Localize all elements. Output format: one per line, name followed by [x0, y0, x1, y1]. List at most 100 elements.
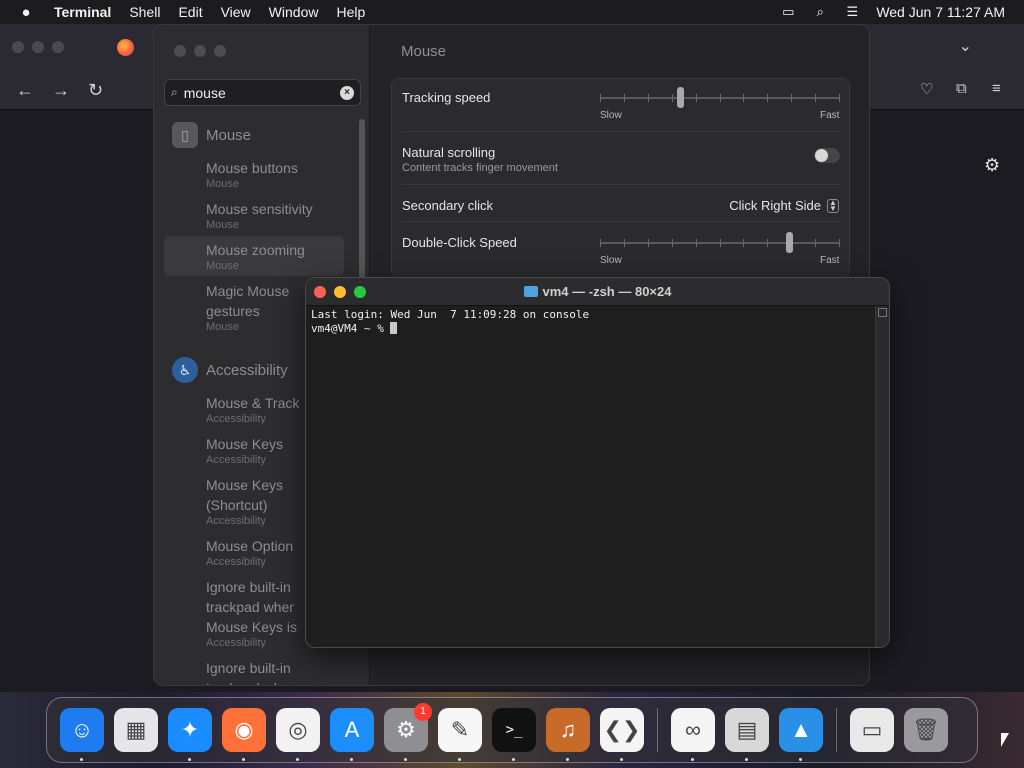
double-click-speed-slider[interactable]	[600, 232, 840, 253]
browser-window-controls	[12, 41, 64, 53]
system-settings-icon[interactable]: ⚙ 1	[384, 703, 432, 761]
search-icon: ⌕	[171, 85, 178, 99]
running-indicator	[691, 758, 694, 761]
minimize-button[interactable]	[194, 45, 206, 57]
dock-separator	[836, 708, 837, 752]
terminal-output[interactable]: Last login: Wed Jun 7 11:09:28 on consol…	[311, 308, 871, 336]
textedit-icon[interactable]: ✎	[438, 708, 482, 761]
finder-icon[interactable]: ☺	[60, 708, 104, 761]
sidebar-item-mouse-buttons[interactable]: Mouse buttons Mouse	[206, 158, 386, 191]
pocket-icon[interactable]: ♡	[920, 80, 933, 98]
chevron-down-icon[interactable]: ⌄	[959, 36, 972, 56]
running-indicator	[350, 758, 353, 761]
firefox-icon[interactable]: ◉	[222, 708, 266, 761]
sidebar-heading-accessibility[interactable]: ♿ Accessibility	[172, 357, 288, 383]
gear-icon[interactable]: ⚙	[984, 155, 1000, 176]
slider-knob[interactable]	[786, 232, 794, 253]
control-center-icon[interactable]: ☰	[836, 4, 868, 20]
menu-app-name[interactable]: Terminal	[52, 4, 120, 20]
terminal-icon[interactable]: >_	[492, 708, 536, 761]
tracking-speed-slider[interactable]	[600, 87, 840, 108]
natural-scrolling-label: Natural scrolling	[402, 145, 496, 160]
slider-tick	[719, 94, 721, 102]
preview-icon[interactable]: ▭	[850, 708, 894, 752]
safari-icon[interactable]: ✦	[168, 708, 212, 761]
folder-icon	[523, 286, 538, 297]
zoom-button[interactable]	[52, 41, 64, 53]
terminal-prompt-line[interactable]: vm4@VM4 ~ %	[311, 322, 871, 336]
item-title: Mouse buttons	[206, 160, 298, 176]
vscode-icon[interactable]: ❮❯	[600, 708, 644, 761]
menu-help[interactable]: Help	[327, 4, 374, 20]
item-title: Ignore built-in	[206, 660, 291, 676]
terminal-prompt: vm4@VM4 ~ %	[311, 322, 391, 335]
clear-search-icon[interactable]: ×	[340, 85, 354, 100]
apple-menu-icon[interactable]: ●	[0, 4, 52, 21]
terminal-scrollbar[interactable]	[875, 306, 889, 647]
slider-tick	[647, 94, 649, 102]
dock-glyph: ▭	[861, 717, 883, 742]
secondary-click-popup[interactable]: Click Right Side ▲ ▼	[729, 198, 839, 213]
menu-edit[interactable]: Edit	[169, 4, 211, 20]
item-subtitle: Mouse	[206, 260, 240, 272]
slider-tick	[743, 239, 745, 247]
app-store-icon[interactable]: A	[330, 708, 374, 761]
trash-icon[interactable]: 🗑	[904, 708, 948, 752]
back-icon[interactable]: ←	[16, 80, 34, 101]
terminal-window[interactable]: vm4 — -zsh — 80×24 Last login: Wed Jun 7…	[305, 277, 890, 648]
menu-window[interactable]: Window	[260, 4, 328, 20]
search-field[interactable]: ⌕ mouse ×	[164, 79, 361, 106]
running-indicator	[404, 758, 407, 761]
launchpad-icon[interactable]: ▦	[114, 708, 158, 752]
running-indicator	[296, 758, 299, 761]
slider-max-label: Fast	[820, 255, 840, 266]
visual-studio-icon[interactable]: ∞	[671, 708, 715, 761]
slider-min-label: Slow	[600, 255, 622, 266]
running-indicator	[458, 758, 461, 761]
screen-mirroring-icon[interactable]: ▭	[772, 4, 804, 20]
extensions-icon[interactable]: ⧉	[956, 80, 967, 97]
search-input[interactable]: mouse	[184, 85, 340, 101]
hamburger-menu-icon[interactable]: ≡	[992, 80, 1001, 97]
firefox-tab-icon[interactable]	[117, 39, 134, 56]
terminal-titlebar[interactable]: vm4 — -zsh — 80×24	[306, 278, 889, 306]
menu-view[interactable]: View	[212, 4, 260, 20]
close-button[interactable]	[174, 45, 186, 57]
dock: ☺ ▦ ✦ ◉ ◎ A ⚙ 1 ✎ >_ ♫ ❮❯ ∞ ▤ ▲ ▭ 🗑	[46, 697, 978, 763]
dock-glyph: ⚙	[396, 717, 416, 742]
reload-icon[interactable]: ↻	[88, 80, 103, 101]
sidebar-item-ignore-trackpad-2[interactable]: Ignore built-in trackpad when	[206, 658, 386, 685]
accessibility-icon: ♿	[172, 357, 198, 383]
dock-glyph: A	[344, 717, 360, 742]
zoom-button[interactable]	[214, 45, 226, 57]
natural-scrolling-toggle[interactable]	[814, 148, 840, 163]
item-title: Mouse zooming	[206, 242, 305, 258]
sidebar-heading-mouse[interactable]: ▯ Mouse	[172, 122, 251, 148]
terminal-title-text: vm4 — -zsh — 80×24	[542, 284, 672, 299]
scroll-grip-icon[interactable]	[878, 308, 887, 317]
chrome-icon[interactable]: ◎	[276, 708, 320, 761]
divider	[402, 131, 840, 132]
spotlight-search-icon[interactable]: ⌕	[804, 4, 836, 20]
forward-icon[interactable]: →	[52, 80, 70, 101]
keynote-icon[interactable]: ▲	[779, 708, 823, 761]
menu-shell[interactable]: Shell	[120, 4, 169, 20]
close-button[interactable]	[12, 41, 24, 53]
garageband-icon[interactable]: ♫	[546, 708, 590, 761]
calculator-icon[interactable]: ▤	[725, 708, 769, 761]
sidebar-item-mouse-zooming[interactable]: Mouse zooming Mouse	[164, 236, 344, 276]
notification-badge: 1	[414, 703, 432, 721]
slider-tick	[767, 239, 769, 247]
slider-tick	[743, 94, 745, 102]
running-indicator	[745, 758, 748, 761]
slider-tick	[839, 94, 840, 102]
dock-glyph: ▦	[125, 717, 147, 742]
dock-glyph: ♫	[559, 717, 577, 742]
popup-value: Click Right Side	[729, 198, 821, 213]
dock-glyph: ▤	[736, 717, 758, 742]
menu-clock[interactable]: Wed Jun 7 11:27 AM	[868, 4, 1024, 20]
minimize-button[interactable]	[32, 41, 44, 53]
slider-knob[interactable]	[676, 87, 684, 108]
slider-tick	[600, 239, 601, 247]
sidebar-item-mouse-sensitivity[interactable]: Mouse sensitivity Mouse	[206, 199, 386, 232]
